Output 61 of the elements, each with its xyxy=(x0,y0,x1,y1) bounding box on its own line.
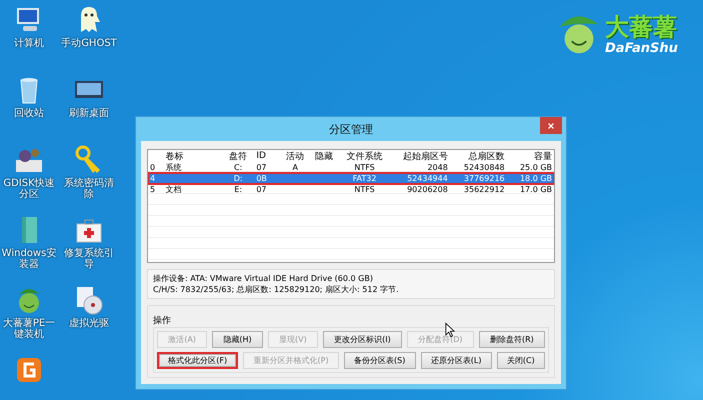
table-cell: 52434944 xyxy=(407,174,448,183)
column-header: 卷标 xyxy=(165,152,184,162)
table-cell: 2048 xyxy=(427,163,448,172)
action-button[interactable]: 还原分区表(L) xyxy=(420,352,492,369)
table-cell: 18.0 GB xyxy=(520,174,552,183)
table-cell: 0B xyxy=(256,174,267,183)
table-cell: NTFS xyxy=(354,163,375,172)
column-header: 盘符 xyxy=(229,152,248,162)
column-header: 容量 xyxy=(534,152,552,162)
column-header: ID xyxy=(256,151,266,161)
icon-label: 系统密码清除 xyxy=(63,178,115,200)
table-row[interactable]: 5 文档 E: 07 NTFS 90206208 35622912 17.0 GB xyxy=(148,184,554,195)
table-cell: 35622912 xyxy=(464,185,505,194)
action-button[interactable]: 删除盘符(R) xyxy=(478,331,545,348)
icon-label: 回收站 xyxy=(13,108,45,119)
table-cell: 5 xyxy=(150,185,156,194)
action-button[interactable]: 备份分区表(S) xyxy=(344,352,416,369)
icon-label: 手动GHOST xyxy=(60,38,118,49)
close-button[interactable] xyxy=(540,117,562,134)
action-button[interactable]: 更改分区标识(I) xyxy=(322,331,402,348)
column-header: 隐藏 xyxy=(314,152,333,162)
column-header: 起始扇区号 xyxy=(402,152,448,162)
table-cell: 系统 xyxy=(165,163,182,172)
close-icon xyxy=(547,122,555,130)
table-cell: D: xyxy=(234,174,243,183)
column-header: 活动 xyxy=(286,152,304,162)
table-cell: A xyxy=(292,163,298,172)
table-cell: 0 xyxy=(150,163,156,172)
icon-label: 修复系统引导 xyxy=(63,248,115,270)
table-cell: C: xyxy=(234,163,242,172)
action-button[interactable]: 格式化此分区(F) xyxy=(157,352,238,369)
table-cell: 17.0 GB xyxy=(520,185,552,194)
icon-label: 虚拟光驱 xyxy=(68,318,110,329)
icon-label: 刷新桌面 xyxy=(68,108,110,119)
icon-label: Windows安装器 xyxy=(0,248,58,270)
table-cell: 37769216 xyxy=(464,174,505,183)
table-cell: 文档 xyxy=(165,185,182,194)
window-title: 分区管理 xyxy=(329,122,373,136)
device-info-text: C/H/S: 7832/255/63; 总扇区数: 125829120; 扇区大小: 512 字节. xyxy=(153,284,400,295)
table-cell: 07 xyxy=(256,185,267,194)
table-row[interactable]: 4 D: 0B FAT32 52434944 37769216 18.0 GB xyxy=(148,173,554,184)
icon-label: 计算机 xyxy=(13,38,45,49)
logo-title: 大蕃薯 xyxy=(605,12,677,40)
table-cell: 4 xyxy=(150,174,156,183)
icon-label: GDISK快速分区 xyxy=(2,178,56,200)
table-cell: 90206208 xyxy=(407,185,448,194)
action-button[interactable]: 关闭(C) xyxy=(496,352,545,369)
table-cell: 25.0 GB xyxy=(520,163,552,172)
device-info-text: 操作设备: ATA: VMware Virtual IDE Hard Drive (60.0 GB) xyxy=(153,273,374,284)
table-cell: FAT32 xyxy=(352,174,376,183)
table-cell: E: xyxy=(234,185,242,194)
table-cell: 52430848 xyxy=(464,163,505,172)
table-cell: NTFS xyxy=(354,185,375,194)
table-cell: 07 xyxy=(256,163,267,172)
action-button[interactable]: 隐藏(H) xyxy=(212,331,263,348)
column-header: 总扇区数 xyxy=(468,152,505,162)
icon-label: 大蕃薯PE一键装机 xyxy=(2,318,56,340)
column-header: 文件系统 xyxy=(346,152,383,162)
logo-subtitle: DaFanShu xyxy=(605,40,678,56)
table-row[interactable]: 0 系统 C: 07 A NTFS 2048 52430848 25.0 GB xyxy=(148,162,554,173)
group-label: 操作 xyxy=(153,316,171,326)
